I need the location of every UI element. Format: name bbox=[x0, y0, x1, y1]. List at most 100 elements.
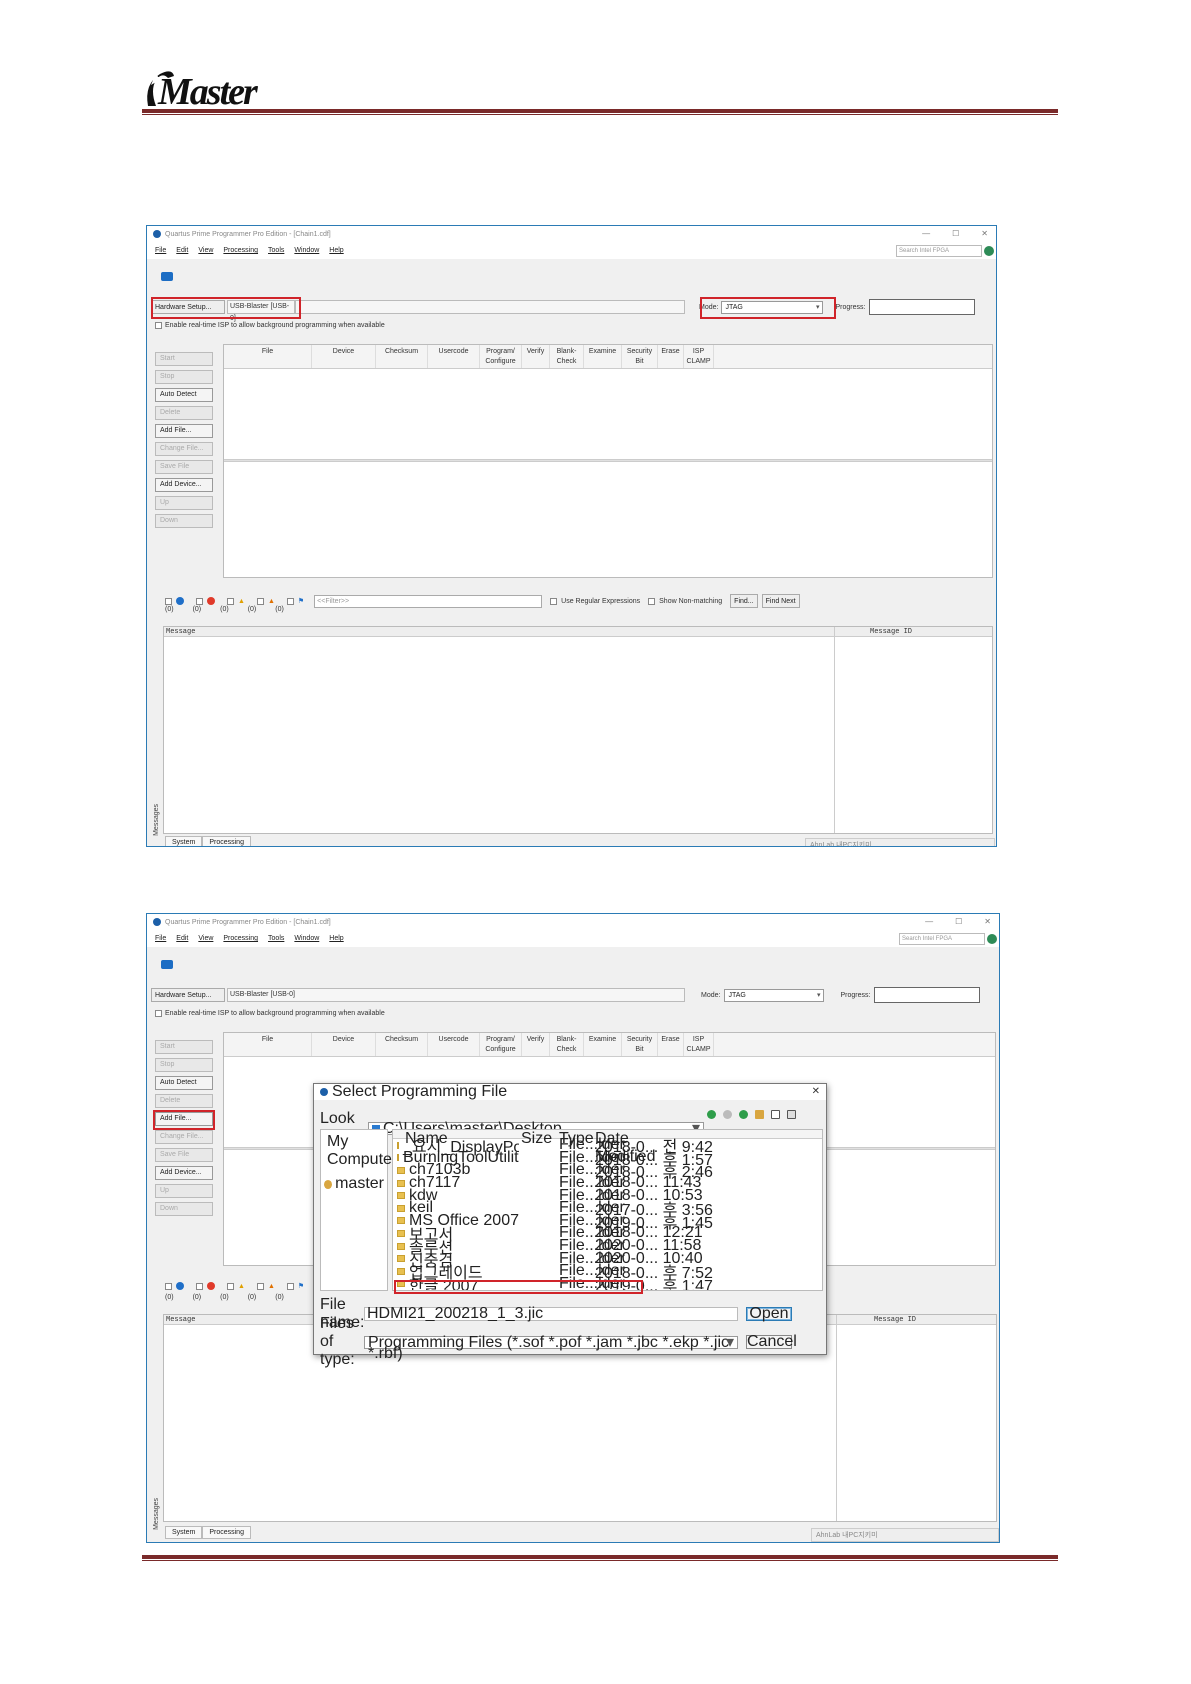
filter-input[interactable]: <<Filter>> bbox=[314, 594, 543, 608]
delete-button[interactable]: Delete bbox=[155, 1094, 213, 1108]
isp-option[interactable]: Enable real-time ISP to allow background… bbox=[155, 322, 385, 329]
change-file-button[interactable]: Change File... bbox=[155, 1130, 213, 1144]
col-device[interactable]: Device bbox=[312, 345, 376, 368]
col-size[interactable]: Size bbox=[519, 1130, 559, 1147]
col-program[interactable]: Program/ Configure bbox=[480, 345, 522, 368]
cancel-button[interactable]: Cancel bbox=[746, 1334, 797, 1350]
down-button[interactable]: Down bbox=[155, 1202, 213, 1216]
menu-view[interactable]: View bbox=[198, 247, 213, 254]
start-button[interactable]: Start bbox=[155, 1040, 213, 1054]
menu-tools[interactable]: Tools bbox=[268, 935, 284, 942]
col-erase[interactable]: Erase bbox=[658, 345, 684, 368]
new-folder-icon[interactable] bbox=[755, 1110, 764, 1119]
col-examine[interactable]: Examine bbox=[584, 345, 622, 368]
search-input[interactable]: Search Intel FPGA bbox=[899, 933, 985, 945]
minimize-icon[interactable]: — bbox=[922, 229, 930, 238]
nonmatching-checkbox[interactable] bbox=[648, 597, 656, 605]
add-device-button[interactable]: Add Device... bbox=[155, 1166, 213, 1180]
chat-icon[interactable] bbox=[161, 272, 173, 281]
delete-button[interactable]: Delete bbox=[155, 406, 213, 420]
minimize-icon[interactable]: — bbox=[925, 917, 933, 926]
flag-checkbox[interactable] bbox=[286, 597, 294, 605]
mode-select[interactable]: JTAG bbox=[724, 988, 825, 1002]
save-file-button[interactable]: Save File bbox=[155, 1148, 213, 1162]
col-isp-clamp[interactable]: ISP CLAMP bbox=[684, 345, 714, 368]
save-file-button[interactable]: Save File bbox=[155, 460, 213, 474]
col-security[interactable]: Security Bit bbox=[622, 1033, 658, 1056]
add-device-button[interactable]: Add Device... bbox=[155, 478, 213, 492]
regex-checkbox[interactable] bbox=[550, 597, 558, 605]
menu-edit[interactable]: Edit bbox=[176, 247, 188, 254]
globe-icon[interactable] bbox=[987, 934, 997, 944]
col-isp-clamp[interactable]: ISP CLAMP bbox=[684, 1033, 714, 1056]
message-col[interactable]: Message bbox=[166, 1316, 195, 1324]
hardware-setup-button[interactable]: Hardware Setup... bbox=[151, 988, 225, 1002]
col-verify[interactable]: Verify bbox=[522, 1033, 550, 1056]
tab-system[interactable]: System bbox=[165, 1526, 203, 1539]
col-security[interactable]: Security Bit bbox=[622, 345, 658, 368]
up-button[interactable]: Up bbox=[155, 1184, 213, 1198]
col-erase[interactable]: Erase bbox=[658, 1033, 684, 1056]
warning-checkbox[interactable] bbox=[227, 1282, 234, 1290]
message-id-col[interactable]: Message ID bbox=[874, 1316, 916, 1324]
globe-icon[interactable] bbox=[984, 246, 994, 256]
up-folder-icon[interactable] bbox=[739, 1110, 748, 1119]
isp-checkbox[interactable] bbox=[155, 322, 162, 329]
chat-icon[interactable] bbox=[161, 960, 173, 969]
warning-checkbox[interactable] bbox=[227, 597, 234, 605]
menu-view[interactable]: View bbox=[198, 935, 213, 942]
col-blank-check[interactable]: Blank- Check bbox=[550, 1033, 584, 1056]
tab-processing[interactable]: Processing bbox=[202, 836, 251, 846]
tab-system[interactable]: System bbox=[165, 836, 203, 846]
col-device[interactable]: Device bbox=[312, 1033, 376, 1056]
detail-view-icon[interactable] bbox=[787, 1110, 796, 1119]
critical-warning-checkbox[interactable] bbox=[256, 597, 264, 605]
critical-warning-checkbox[interactable] bbox=[256, 1282, 264, 1290]
forward-icon[interactable] bbox=[723, 1110, 732, 1119]
menu-processing[interactable]: Processing bbox=[223, 935, 258, 942]
col-file[interactable]: File bbox=[224, 345, 312, 368]
isp-option[interactable]: Enable real-time ISP to allow background… bbox=[155, 1010, 385, 1017]
menu-file[interactable]: File bbox=[155, 247, 166, 254]
auto-detect-button[interactable]: Auto Detect bbox=[155, 1076, 213, 1090]
col-usercode[interactable]: Usercode bbox=[428, 345, 480, 368]
sidebar-item-master[interactable]: master bbox=[324, 1175, 384, 1193]
back-icon[interactable] bbox=[707, 1110, 716, 1119]
grid-splitter[interactable] bbox=[224, 459, 992, 462]
menu-edit[interactable]: Edit bbox=[176, 935, 188, 942]
menu-tools[interactable]: Tools bbox=[268, 247, 284, 254]
menu-help[interactable]: Help bbox=[329, 935, 343, 942]
col-checksum[interactable]: Checksum bbox=[376, 345, 428, 368]
col-verify[interactable]: Verify bbox=[522, 345, 550, 368]
col-program[interactable]: Program/ Configure bbox=[480, 1033, 522, 1056]
maximize-icon[interactable]: ☐ bbox=[955, 917, 962, 926]
info-checkbox[interactable] bbox=[165, 597, 172, 605]
down-button[interactable]: Down bbox=[155, 514, 213, 528]
col-examine[interactable]: Examine bbox=[584, 1033, 622, 1056]
tab-processing[interactable]: Processing bbox=[202, 1526, 251, 1539]
dialog-close-icon[interactable]: ✕ bbox=[812, 1086, 820, 1097]
isp-checkbox[interactable] bbox=[155, 1010, 162, 1017]
sidebar-item-my-computer[interactable]: My Computer bbox=[324, 1133, 397, 1169]
find-next-button[interactable]: Find Next bbox=[761, 594, 800, 608]
info-checkbox[interactable] bbox=[165, 1282, 172, 1290]
menu-window[interactable]: Window bbox=[294, 935, 319, 942]
col-usercode[interactable]: Usercode bbox=[428, 1033, 480, 1056]
stop-button[interactable]: Stop bbox=[155, 370, 213, 384]
add-file-button[interactable]: Add File... bbox=[155, 424, 213, 438]
change-file-button[interactable]: Change File... bbox=[155, 442, 213, 456]
up-button[interactable]: Up bbox=[155, 496, 213, 510]
col-file[interactable]: File bbox=[224, 1033, 312, 1056]
file-type-select[interactable]: Programming Files (*.sof *.pof *.jam *.j… bbox=[364, 1334, 738, 1361]
close-icon[interactable]: ✕ bbox=[984, 917, 991, 926]
col-checksum[interactable]: Checksum bbox=[376, 1033, 428, 1056]
start-button[interactable]: Start bbox=[155, 352, 213, 366]
maximize-icon[interactable]: ☐ bbox=[952, 229, 959, 238]
menu-processing[interactable]: Processing bbox=[223, 247, 258, 254]
menu-window[interactable]: Window bbox=[294, 247, 319, 254]
close-icon[interactable]: ✕ bbox=[981, 229, 988, 238]
menu-help[interactable]: Help bbox=[329, 247, 343, 254]
search-input[interactable]: Search Intel FPGA bbox=[896, 245, 982, 257]
find-button[interactable]: Find... bbox=[730, 594, 758, 608]
error-checkbox[interactable] bbox=[196, 597, 203, 605]
